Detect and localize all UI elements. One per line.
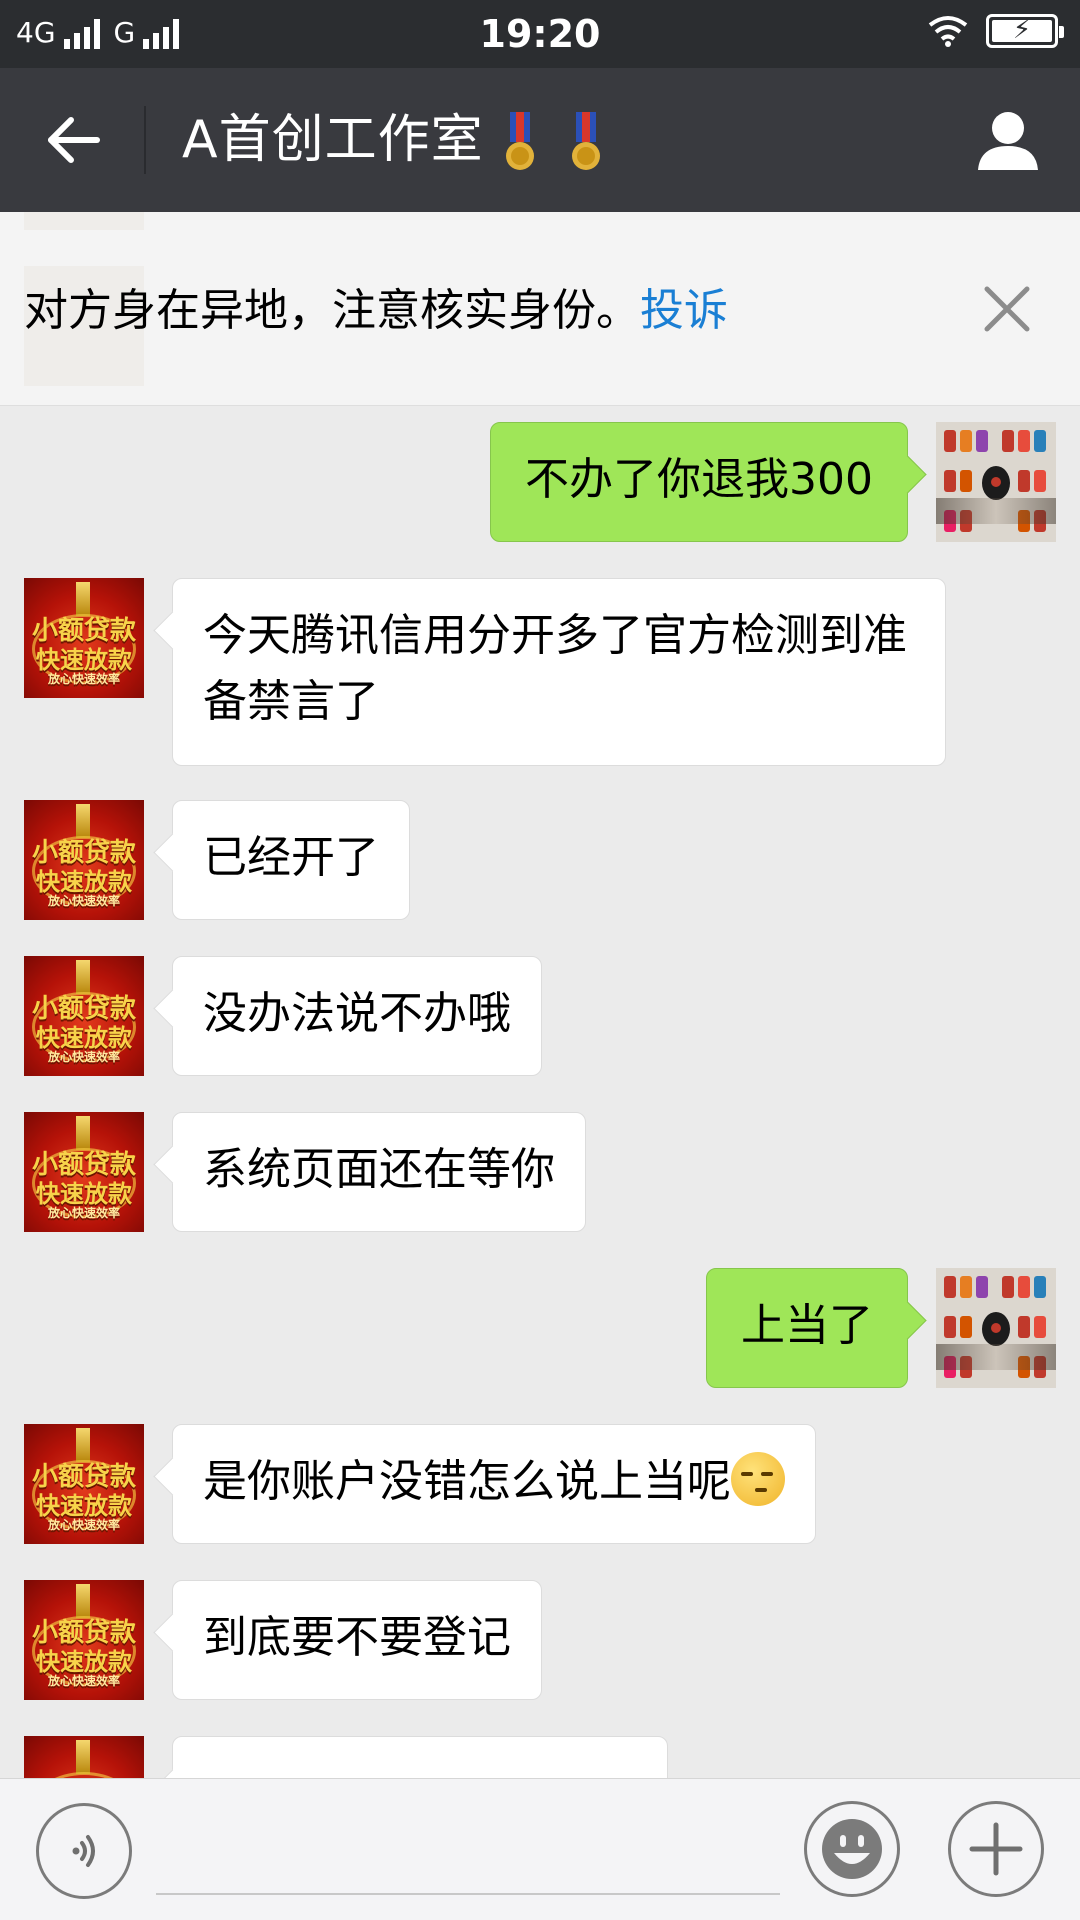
message-row: 小额贷款 快速放款 放心快速效率 系统页面还在等你 [0, 1112, 1080, 1232]
message-list[interactable]: 不办了你退我300 小额贷款 快速放款 放心快速效率 今天腾讯信用分开多了官方检… [0, 406, 1080, 1778]
faded-avatar [24, 212, 144, 230]
incoming-bubble[interactable] [172, 1736, 668, 1778]
chat-title: A首创工作室 [182, 110, 484, 170]
battery-icon: ⚡ [986, 14, 1064, 48]
back-button[interactable] [28, 100, 118, 180]
my-avatar[interactable] [936, 1268, 1056, 1388]
message-text: 没办法说不办哦 [203, 988, 511, 1039]
incoming-bubble[interactable]: 系统页面还在等你 [172, 1112, 586, 1232]
message-row: 小额贷款 快速放款 放心快速效率 没办法说不办哦 [0, 956, 1080, 1076]
outgoing-bubble[interactable]: 上当了 [706, 1268, 908, 1388]
message-row: 小额贷款 快速放款 放心快速效率 今天腾讯信用分开多了官方检测到准备禁言了 [0, 578, 1080, 766]
back-arrow-icon [48, 117, 100, 163]
contact-avatar[interactable]: 小额贷款 快速放款 放心快速效率 [24, 800, 144, 920]
message-row: 小额贷款 快速放款 放心快速效率 是你账户没错怎么说上当呢 [0, 1424, 1080, 1544]
message-input[interactable] [156, 1809, 780, 1895]
contact-avatar[interactable]: 小额贷款 快速放款 放心快速效率 [24, 1424, 144, 1544]
notice-close-button[interactable] [972, 274, 1042, 344]
my-avatar[interactable] [936, 422, 1056, 542]
security-notice: 对方身在异地，注意核实身份。投诉 [0, 212, 1080, 406]
message-text: 上当了 [741, 1300, 873, 1351]
voice-icon [72, 1835, 95, 1867]
message-text: 系统页面还在等你 [203, 1144, 555, 1195]
outgoing-bubble[interactable]: 不办了你退我300 [490, 422, 908, 542]
contact-avatar[interactable] [24, 1736, 144, 1778]
more-button[interactable] [948, 1801, 1044, 1897]
emoji-icon [822, 1819, 882, 1879]
message-row: 小额贷款 快速放款 放心快速效率 到底要不要登记 [0, 1580, 1080, 1700]
message-row: 上当了 [0, 1268, 1080, 1388]
title-divider [144, 106, 146, 174]
status-right: ⚡ [928, 14, 1064, 48]
notice-message: 对方身在异地，注意核实身份。 [24, 285, 640, 336]
medal-icon [506, 112, 534, 170]
input-bar [0, 1778, 1080, 1920]
emoji-button[interactable] [804, 1801, 900, 1897]
person-icon [978, 112, 1038, 170]
voice-button[interactable] [36, 1803, 132, 1899]
message-text: 到底要不要登记 [203, 1612, 511, 1663]
incoming-bubble[interactable]: 没办法说不办哦 [172, 956, 542, 1076]
medal-icon [572, 112, 600, 170]
message-text: 是你账户没错怎么说上当呢 [203, 1456, 731, 1507]
message-row: 不办了你退我300 [0, 422, 1080, 542]
incoming-bubble[interactable]: 已经开了 [172, 800, 410, 920]
plus-icon [969, 1822, 1023, 1876]
message-row: 小额贷款 快速放款 放心快速效率 已经开了 [0, 800, 1080, 920]
message-text: 今天腾讯信用分开多了官方检测到准备禁言了 [203, 610, 907, 727]
incoming-bubble[interactable]: 到底要不要登记 [172, 1580, 542, 1700]
report-link[interactable]: 投诉 [640, 285, 728, 336]
close-icon [984, 286, 1030, 332]
status-time: 19:20 [479, 12, 601, 56]
contact-avatar[interactable]: 小额贷款 快速放款 放心快速效率 [24, 956, 144, 1076]
smirk-emoji-icon [731, 1452, 785, 1506]
message-text: 已经开了 [203, 832, 379, 883]
title-bar: A首创工作室 [0, 68, 1080, 212]
status-bar: 4G G 19:20 ⚡ [0, 0, 1080, 68]
contact-avatar[interactable]: 小额贷款 快速放款 放心快速效率 [24, 1580, 144, 1700]
incoming-bubble[interactable]: 今天腾讯信用分开多了官方检测到准备禁言了 [172, 578, 946, 766]
contact-avatar[interactable]: 小额贷款 快速放款 放心快速效率 [24, 578, 144, 698]
message-text: 不办了你退我300 [525, 454, 873, 505]
contact-avatar[interactable]: 小额贷款 快速放款 放心快速效率 [24, 1112, 144, 1232]
message-row-partial [0, 1736, 1080, 1778]
chat-screen: 4G G 19:20 ⚡ A首创工作室 对方身在异地，注意核实身份。投诉 不办了… [0, 0, 1080, 1920]
notice-text: 对方身在异地，注意核实身份。投诉 [24, 282, 728, 340]
profile-button[interactable] [966, 98, 1050, 182]
incoming-bubble[interactable]: 是你账户没错怎么说上当呢 [172, 1424, 816, 1544]
wifi-icon [928, 16, 968, 47]
